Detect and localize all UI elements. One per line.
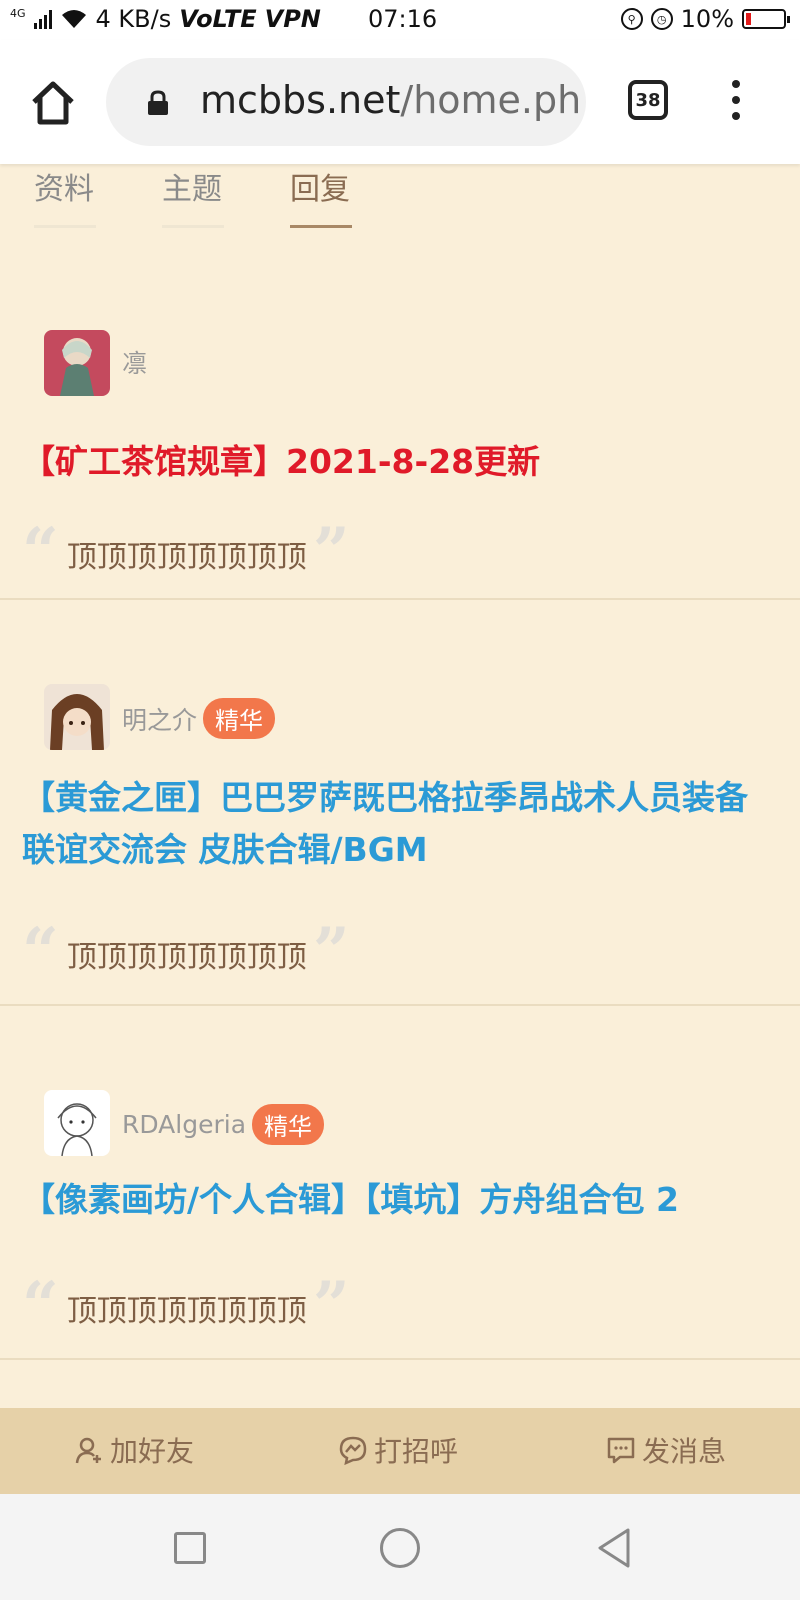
greet-label: 打招呼 [374, 1435, 459, 1468]
more-menu-icon[interactable] [726, 80, 746, 124]
url-path: /home.ph [400, 78, 582, 122]
tab-underline [162, 225, 224, 228]
author-name[interactable]: 凛 [122, 344, 147, 380]
tab-underline [290, 225, 352, 228]
chat-icon [607, 1437, 635, 1464]
tab-label: 主题 [162, 172, 222, 207]
tab-profile[interactable]: 资料 [34, 164, 96, 228]
avatar[interactable] [44, 1090, 110, 1156]
author-label: RDAlgeria [122, 1110, 247, 1139]
thread-title-link[interactable]: 【黄金之匣】巴巴罗萨既巴格拉季昂战术人员装备联谊交流会 皮肤合辑/BGM [22, 772, 772, 876]
avatar[interactable] [44, 684, 110, 750]
tab-underline [34, 225, 96, 228]
lock-icon [148, 90, 168, 115]
reply-quote: “ 顶顶顶顶顶顶顶顶 ” [22, 914, 350, 989]
profile-action-bar: 加好友 打招呼 发消息 [0, 1408, 800, 1494]
greet-button[interactable]: 打招呼 [338, 1430, 458, 1470]
message-label: 发消息 [642, 1435, 727, 1468]
system-navigation-bar [0, 1494, 800, 1600]
reply-quote: “ 顶顶顶顶顶顶顶顶 ” [22, 1268, 350, 1343]
list-item[interactable]: 凛 【矿工茶馆规章】2021-8-28更新 “ 顶顶顶顶顶顶顶顶 ” [0, 234, 800, 600]
home-icon[interactable] [28, 78, 78, 128]
wifi-icon [61, 10, 86, 28]
reply-text: 顶顶顶顶顶顶顶顶 [66, 940, 307, 975]
tab-label: 回复 [290, 172, 350, 207]
signal-icon [33, 9, 52, 29]
reply-text: 顶顶顶顶顶顶顶顶 [66, 1294, 307, 1329]
send-message-button[interactable]: 发消息 [606, 1430, 726, 1470]
network-type-label: 4G [10, 6, 26, 20]
battery-percent: 10% [680, 5, 734, 33]
address-bar[interactable]: mcbbs.net/home.ph [106, 58, 586, 146]
close-quote-icon: ” [312, 1268, 350, 1343]
close-quote-icon: ” [312, 514, 350, 589]
list-item[interactable]: RDAlgeria 精华 【像素画坊/个人合辑】【填坑】方舟组合包 2 “ 顶顶… [0, 1006, 800, 1360]
messenger-icon [339, 1436, 367, 1465]
author-label: 凛 [122, 349, 148, 378]
back-icon[interactable] [594, 1526, 634, 1570]
featured-badge: 精华 [252, 1104, 325, 1145]
thread-title-link[interactable]: 【矿工茶馆规章】2021-8-28更新 [22, 436, 772, 488]
vpn-label: VPN [264, 5, 321, 33]
add-friend-button[interactable]: 加好友 [74, 1430, 194, 1470]
featured-badge: 精华 [203, 698, 276, 739]
url-host: mcbbs.net [200, 78, 401, 122]
add-user-icon [75, 1437, 101, 1464]
browser-toolbar: mcbbs.net/home.ph 38 [0, 40, 800, 164]
recent-apps-icon[interactable] [174, 1532, 206, 1564]
reply-quote: “ 顶顶顶顶顶顶顶顶 ” [22, 514, 350, 589]
list-item[interactable]: 明之介 精华 【黄金之匣】巴巴罗萨既巴格拉季昂战术人员装备联谊交流会 皮肤合辑/… [0, 600, 800, 1006]
open-quote-icon: “ [22, 514, 59, 589]
reply-text: 顶顶顶顶顶顶顶顶 [66, 540, 307, 575]
add-friend-label: 加好友 [110, 1435, 195, 1468]
alarm-icon: ◷ [650, 8, 673, 30]
author-name[interactable]: RDAlgeria 精华 [122, 1104, 325, 1145]
tab-replies[interactable]: 回复 [290, 164, 352, 228]
network-speed: 4 KB/s [95, 5, 172, 33]
open-quote-icon: “ [22, 1268, 59, 1343]
thread-title-link[interactable]: 【像素画坊/个人合辑】【填坑】方舟组合包 2 [22, 1174, 772, 1226]
close-quote-icon: ” [312, 914, 350, 989]
tab-switcher-button[interactable]: 38 [628, 80, 668, 120]
clock: 07:16 [368, 5, 438, 33]
home-nav-icon[interactable] [380, 1528, 420, 1568]
rotation-lock-icon: ⚲ [620, 8, 643, 30]
open-quote-icon: “ [22, 914, 59, 989]
profile-tabs: 资料 主题 回复 [0, 164, 800, 234]
battery-icon [742, 9, 790, 29]
author-name[interactable]: 明之介 精华 [122, 698, 276, 739]
avatar[interactable] [44, 330, 110, 396]
tab-label: 资料 [34, 172, 94, 207]
status-bar: 4G 4 KB/s VoLTE VPN 07:16 ⚲ ◷ 10% [0, 0, 800, 40]
author-label: 明之介 [122, 705, 198, 735]
url-text: mcbbs.net/home.ph [200, 78, 581, 122]
volte-label: VoLTE [179, 5, 257, 33]
tab-threads[interactable]: 主题 [162, 164, 224, 228]
